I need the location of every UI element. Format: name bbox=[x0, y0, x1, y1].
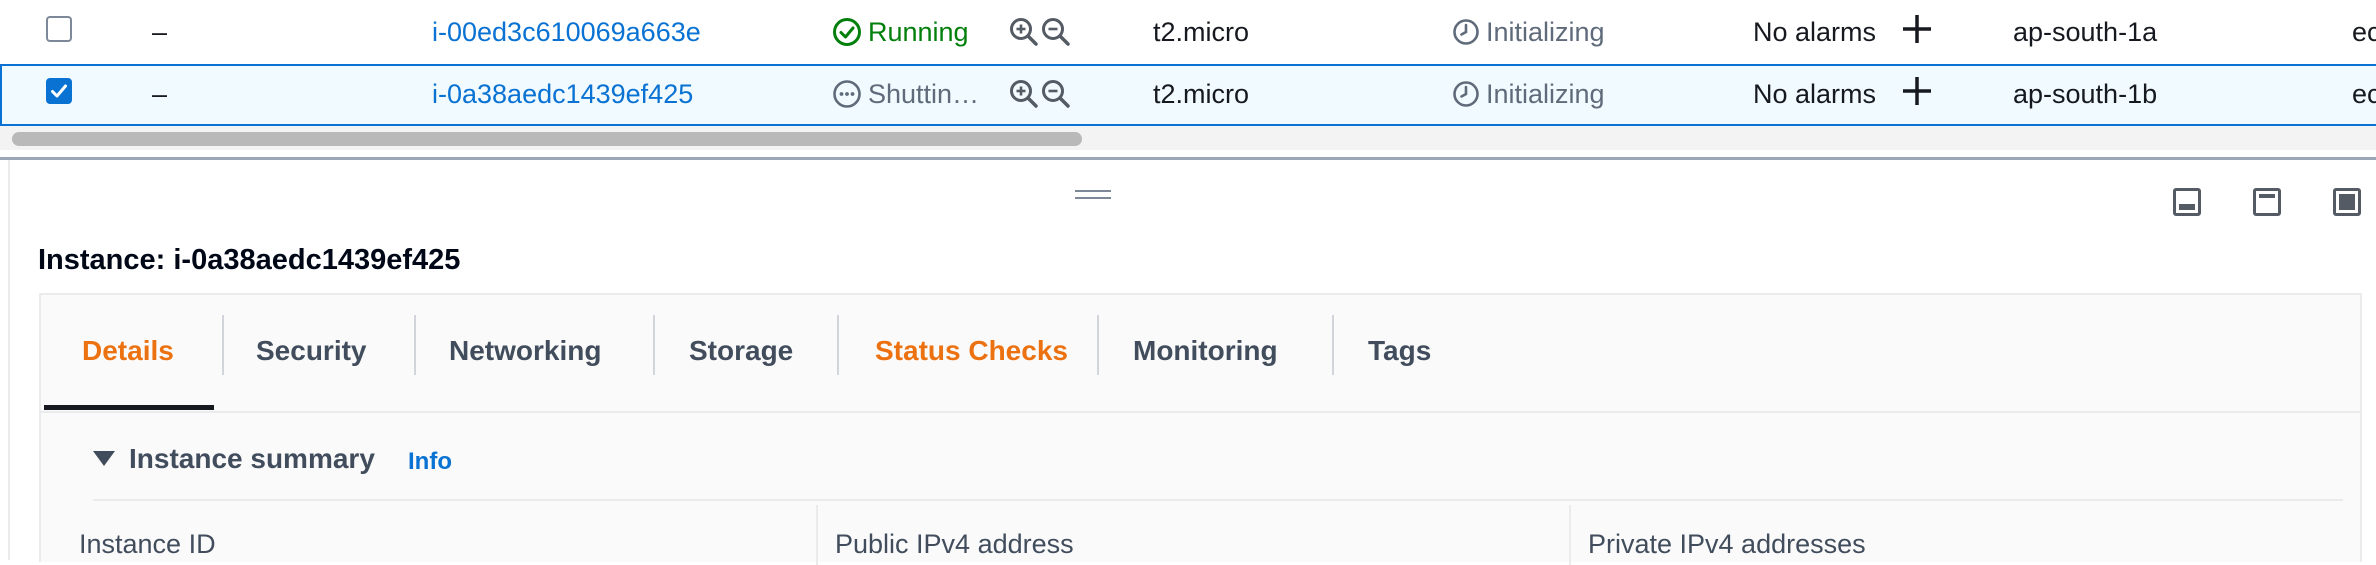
tab-details[interactable]: Details bbox=[82, 295, 174, 411]
instance-summary-heading: Instance summary bbox=[129, 443, 375, 474]
status-check-cell: Initializing bbox=[1452, 2, 1605, 62]
instance-id-link[interactable]: i-00ed3c610069a663e bbox=[432, 2, 701, 62]
instance-id-link[interactable]: i-0a38aedc1439ef425 bbox=[432, 64, 693, 124]
status-check-label: Initializing bbox=[1486, 17, 1605, 47]
tab-separator bbox=[1097, 315, 1099, 375]
horizontal-scrollbar[interactable] bbox=[0, 126, 2376, 150]
tab-separator bbox=[653, 315, 655, 375]
active-tab-indicator bbox=[44, 405, 214, 410]
summary-divider bbox=[93, 499, 2343, 501]
row-checkbox[interactable] bbox=[46, 78, 72, 104]
field-label-public-ipv4: Public IPv4 address bbox=[835, 529, 1074, 559]
state-label: Running bbox=[868, 17, 969, 47]
alarm-status-cell: No alarms bbox=[1753, 17, 1877, 47]
instance-type-cell: t2.micro bbox=[1153, 79, 1250, 109]
zoom-in-icon[interactable] bbox=[1008, 78, 1040, 110]
tab-storage[interactable]: Storage bbox=[689, 295, 793, 411]
panel-bottom-icon[interactable] bbox=[2173, 188, 2201, 216]
plus-icon[interactable] bbox=[1900, 12, 1934, 52]
zoom-controls bbox=[1008, 78, 1072, 110]
table-row[interactable]: – i-00ed3c610069a663e Running t2.micro I… bbox=[0, 2, 2376, 62]
checkmark-icon bbox=[51, 84, 67, 98]
tab-networking[interactable]: Networking bbox=[449, 295, 601, 411]
status-check-label: Initializing bbox=[1486, 79, 1605, 109]
status-check-cell: Initializing bbox=[1452, 64, 1605, 124]
instances-table: – i-00ed3c610069a663e Running t2.micro I… bbox=[0, 0, 2376, 160]
tab-tags[interactable]: Tags bbox=[1368, 295, 1431, 411]
field-label-private-ipv4: Private IPv4 addresses bbox=[1588, 529, 1866, 559]
instance-state-cell: Running bbox=[832, 2, 969, 62]
plus-icon[interactable] bbox=[1900, 74, 1934, 114]
instance-summary-toggle[interactable]: Instance summary bbox=[93, 443, 375, 475]
tab-monitoring[interactable]: Monitoring bbox=[1133, 295, 1278, 411]
availability-zone-cell: ap-south-1b bbox=[2013, 79, 2158, 109]
panel-side-icon[interactable] bbox=[2253, 188, 2281, 216]
split-panel: Instance: i-0a38aedc1439ef425 Details Se… bbox=[8, 160, 2376, 565]
instance-title: Instance: i-0a38aedc1439ef425 bbox=[38, 244, 461, 276]
details-container: Details Security Networking Storage Stat… bbox=[39, 293, 2362, 565]
tab-security[interactable]: Security bbox=[256, 295, 367, 411]
alarm-status-cell: No alarms bbox=[1753, 79, 1877, 109]
instance-name-cell: – bbox=[152, 79, 168, 109]
tab-status-checks[interactable]: Status Checks bbox=[875, 295, 1068, 411]
ellipsis-circle-icon bbox=[833, 80, 861, 108]
info-link[interactable]: Info bbox=[408, 448, 452, 476]
availability-zone-cell: ap-south-1a bbox=[2013, 17, 2158, 47]
zoom-controls bbox=[1008, 16, 1072, 48]
row-checkbox[interactable] bbox=[46, 16, 72, 42]
field-label-instance-id: Instance ID bbox=[79, 529, 216, 559]
tab-separator bbox=[837, 315, 839, 375]
resize-handle-icon[interactable] bbox=[1075, 190, 1111, 204]
instance-state-cell: Shuttin… bbox=[832, 64, 979, 124]
caret-down-icon bbox=[93, 451, 115, 467]
zoom-out-icon[interactable] bbox=[1040, 16, 1072, 48]
tab-bar: Details Security Networking Storage Stat… bbox=[41, 295, 2360, 413]
instance-name-cell: – bbox=[152, 17, 168, 47]
check-circle-icon bbox=[833, 17, 861, 46]
tab-separator bbox=[414, 315, 416, 375]
table-row-selected[interactable]: – i-0a38aedc1439ef425 Shuttin… t2.micro bbox=[0, 64, 2376, 126]
tab-separator bbox=[1332, 315, 1334, 375]
column-divider bbox=[1569, 505, 1571, 565]
clock-icon bbox=[1453, 19, 1479, 45]
zoom-in-icon[interactable] bbox=[1008, 16, 1040, 48]
state-label: Shuttin… bbox=[868, 79, 980, 109]
clock-icon bbox=[1453, 81, 1479, 107]
scrollbar-thumb[interactable] bbox=[12, 132, 1082, 146]
zoom-out-icon[interactable] bbox=[1040, 78, 1072, 110]
truncated-cell: ec bbox=[2352, 17, 2376, 47]
column-divider bbox=[816, 505, 818, 565]
truncated-cell: ec bbox=[2352, 79, 2376, 109]
instance-type-cell: t2.micro bbox=[1153, 17, 1250, 47]
panel-hide-icon[interactable] bbox=[2333, 188, 2361, 216]
tab-separator bbox=[222, 315, 224, 375]
